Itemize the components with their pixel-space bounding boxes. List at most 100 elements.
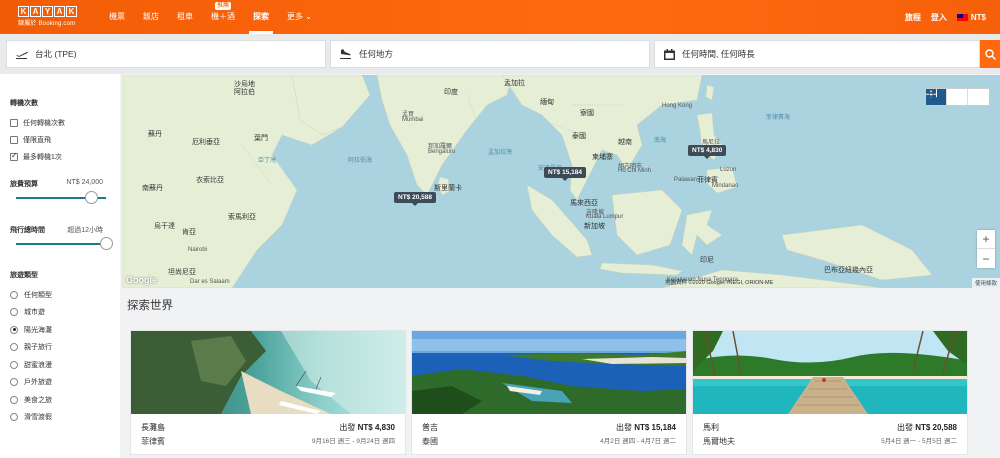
radio-button[interactable]: [10, 413, 18, 422]
price-pin-phuket[interactable]: NT$ 15,184: [544, 167, 586, 181]
zoom-in-button[interactable]: +: [977, 230, 995, 249]
search-button[interactable]: [980, 40, 1000, 68]
search-bar: 台北 (TPE) 任何地方 任何時間, 任何時長: [0, 34, 1000, 74]
checkbox-label: 任何轉機次數: [23, 119, 65, 127]
logo-letter: Y: [42, 6, 53, 17]
radio-button[interactable]: [10, 290, 18, 299]
checkbox-checked[interactable]: [10, 151, 18, 161]
radio-label: 親子旅行: [24, 344, 52, 352]
destination-card[interactable]: 馬利 馬爾地夫 出發 NT$ 20,588 5月4日 週一 - 5月5日 週二: [692, 330, 968, 455]
stops-filter-title: 轉機次數: [10, 100, 38, 107]
trip-type-city[interactable]: 城市遊: [10, 304, 120, 322]
nav-explore[interactable]: 探索: [244, 0, 278, 34]
search-icon: [984, 48, 996, 60]
duration-slider-handle[interactable]: [99, 237, 113, 250]
destination-card[interactable]: 長灘島 菲律賓 出發 NT$ 4,830 9月16日 週三 - 9月24日 週四: [130, 330, 406, 455]
logo-subtitle: 隸屬於 Booking.com: [18, 21, 76, 27]
filters-sidebar: 轉機次數 任何轉機次數 僅限直飛 最多轉機1次 旅費預算 NT$ 24,000 …: [0, 74, 120, 458]
budget-slider-handle[interactable]: [85, 191, 99, 204]
destination-field[interactable]: 任何地方: [330, 40, 650, 68]
trip-type-family[interactable]: 親子旅行: [10, 339, 120, 357]
map-label: 新加坡: [584, 223, 605, 230]
destination-photo: [412, 331, 686, 414]
price-value: NT$ 15,184: [634, 423, 676, 432]
radio-label: 陽光海灘: [24, 326, 52, 334]
price-pin-male[interactable]: NT$ 20,588: [394, 192, 436, 206]
price-pin-boracay[interactable]: NT$ 4,830: [688, 145, 727, 159]
radio-button[interactable]: [10, 395, 18, 404]
trips-link[interactable]: 旅程: [905, 12, 921, 23]
radio-button-selected[interactable]: [10, 325, 18, 334]
nav-cars[interactable]: 租車: [168, 0, 202, 34]
login-link[interactable]: 登入: [931, 12, 947, 23]
nav-label: 機票: [109, 12, 125, 21]
price-value: NT$ 4,830: [357, 423, 395, 432]
budget-slider[interactable]: [16, 191, 106, 204]
trip-type-food[interactable]: 美食之旅: [10, 391, 120, 409]
trip-type-ski[interactable]: 滑雪渡假: [10, 409, 120, 427]
kayak-logo[interactable]: K A Y A K 隸屬於 Booking.com: [18, 6, 77, 27]
trip-type-beach[interactable]: 陽光海灘: [10, 321, 120, 339]
map-label: Mumbai: [402, 117, 424, 123]
radio-button[interactable]: [10, 360, 18, 369]
nav-flights[interactable]: 機票: [100, 0, 134, 34]
duration-slider[interactable]: [16, 237, 113, 250]
map-label: 柬埔寨: [592, 154, 613, 161]
destination-price: 出發 NT$ 15,184: [616, 422, 676, 433]
currency-selector[interactable]: NT$: [956, 13, 986, 22]
destination-value: 任何地方: [359, 49, 394, 59]
origin-field[interactable]: 台北 (TPE): [6, 40, 326, 68]
nav-label: 更多: [287, 12, 303, 21]
nav-more[interactable]: 更多 ⌄: [278, 0, 321, 34]
trip-type-any[interactable]: 任何類型: [10, 286, 120, 304]
map-label: Hong Kong: [662, 103, 693, 109]
radio-label: 美食之旅: [24, 396, 52, 404]
checkbox-label: 最多轉機1次: [23, 153, 62, 161]
stops-option-nonstop[interactable]: 僅限直飛: [10, 131, 120, 148]
list-view-button[interactable]: [926, 89, 968, 105]
destination-card[interactable]: 普吉 泰國 出發 NT$ 15,184 4月2日 週四 - 4月7日 週二: [411, 330, 687, 455]
logo-letter: K: [66, 6, 77, 17]
map-label: 印度: [444, 89, 458, 96]
map-label: 南蘇丹: [142, 185, 163, 192]
grid-view-button[interactable]: [926, 89, 989, 105]
price-prefix: 出發: [896, 423, 913, 432]
destination-price: 出發 NT$ 20,588: [897, 422, 957, 433]
zoom-out-button[interactable]: −: [977, 249, 995, 268]
radio-button[interactable]: [10, 378, 18, 387]
takeoff-icon: [16, 51, 28, 59]
map-label: 巴布亞紐幾內亞: [824, 267, 873, 274]
nav-label: 飯店: [143, 12, 159, 21]
radio-label: 任何類型: [24, 291, 52, 299]
nav-hotels[interactable]: 飯店: [134, 0, 168, 34]
stops-option-one[interactable]: 最多轉機1次: [10, 148, 120, 165]
landing-icon: [340, 49, 351, 59]
trip-type-romantic[interactable]: 甜蜜浪漫: [10, 356, 120, 374]
map-label: 坦尚尼亞: [168, 269, 196, 276]
logo-letter: A: [30, 6, 41, 17]
radio-button[interactable]: [10, 308, 18, 317]
destination-dates: 9月16日 週三 - 9月24日 週四: [311, 438, 395, 445]
stops-option-any[interactable]: 任何轉機次數: [10, 114, 120, 131]
nav-packages[interactable]: 推薦 機＋酒: [202, 0, 244, 34]
explore-map[interactable]: 沙烏地 阿拉伯 蘇丹 厄利垂亞 葉門 衣索比亞 索馬利亞 南蘇丹 烏干達 肯亞 …: [122, 75, 1000, 288]
map-label: 印尼: [700, 257, 714, 264]
map-label: 斯里蘭卡: [434, 185, 462, 192]
top-nav: K A Y A K 隸屬於 Booking.com 機票 飯店 租車 推薦 機＋…: [0, 0, 1000, 34]
checkbox[interactable]: [10, 135, 18, 144]
budget-filter-title: 旅費預算: [10, 181, 38, 188]
price-prefix: 出發: [615, 423, 632, 432]
budget-value: NT$ 24,000: [66, 179, 103, 186]
map-label: Ho Chi Minh: [618, 168, 652, 174]
map-terms-link[interactable]: 使用條款: [971, 278, 1000, 288]
radio-label: 甜蜜浪漫: [24, 361, 52, 369]
radio-label: 城市遊: [24, 309, 45, 317]
nav-links: 機票 飯店 租車 推薦 機＋酒 探索 更多 ⌄: [100, 0, 321, 34]
checkbox[interactable]: [10, 118, 18, 127]
map-label: 菲律賓海: [766, 115, 791, 121]
logo-letter: K: [18, 6, 29, 17]
map-label: Kuala Lumpur: [586, 214, 624, 220]
trip-type-outdoor[interactable]: 戶外旅遊: [10, 374, 120, 392]
radio-button[interactable]: [10, 343, 18, 352]
dates-field[interactable]: 任何時間, 任何時長: [654, 40, 980, 68]
